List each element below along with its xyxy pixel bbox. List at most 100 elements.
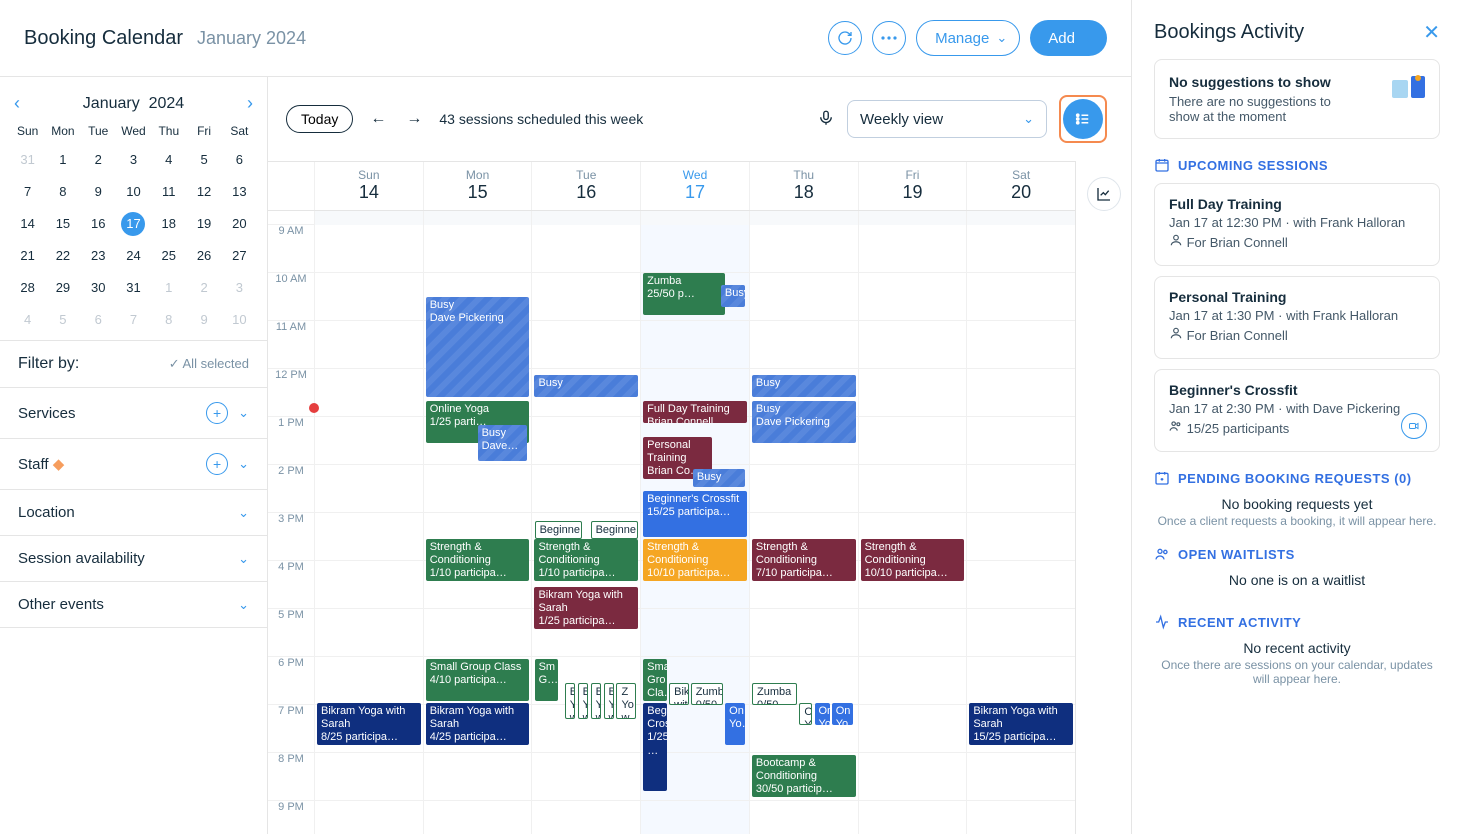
calendar-event[interactable]: Bikram Yoga with Sarah1/25 participa… <box>534 587 638 629</box>
filter-row[interactable]: Other events⌄ <box>0 582 267 628</box>
mini-day[interactable]: 26 <box>186 244 221 268</box>
day-column[interactable]: BusyBeginne…Beginne…Strength & Condition… <box>531 211 640 834</box>
mini-day[interactable]: 6 <box>222 148 257 172</box>
calendar-event[interactable]: Strength & Conditioning10/10 participa… <box>861 539 965 581</box>
calendar-event[interactable]: Small Gro… Cla… <box>643 659 667 701</box>
day-column[interactable]: Busy BusyDave Pickering Strength & Conditi… <box>749 211 858 834</box>
upcoming-session[interactable]: Beginner's CrossfitJan 17 at 2:30 PM · w… <box>1154 369 1440 452</box>
mini-day[interactable]: 10 <box>116 180 151 204</box>
day-header[interactable]: Sat20 <box>966 162 1075 210</box>
mini-day[interactable]: 4 <box>10 308 45 332</box>
calendar-event[interactable]: Small Group Class4/10 participa… <box>426 659 530 701</box>
mini-day[interactable]: 4 <box>151 148 186 172</box>
calendar-event[interactable]: B Yo w… <box>565 683 575 719</box>
mini-day[interactable]: 1 <box>151 276 186 300</box>
mini-day[interactable]: 19 <box>186 212 221 236</box>
calendar-event[interactable]: Beginne… <box>591 521 638 539</box>
calendar-event[interactable]: Strength & Conditioning10/10 participa… <box>643 539 747 581</box>
mini-day[interactable]: 31 <box>116 276 151 300</box>
day-column[interactable]: Bikram Yoga with Sarah15/25 participa… <box>966 211 1075 834</box>
add-filter-button[interactable]: + <box>206 453 228 475</box>
today-button[interactable]: Today <box>286 105 353 133</box>
mini-day[interactable]: 10 <box>222 308 257 332</box>
filter-row[interactable]: Location⌄ <box>0 490 267 536</box>
calendar-event[interactable]: Busy <box>693 469 745 487</box>
mini-day[interactable]: 11 <box>151 180 186 204</box>
mini-day[interactable]: 25 <box>151 244 186 268</box>
mini-day[interactable]: 31 <box>10 148 45 172</box>
calendar-event[interactable]: B Yo w… <box>578 683 588 719</box>
next-week-button[interactable]: → <box>403 110 425 128</box>
mini-day[interactable]: 2 <box>186 276 221 300</box>
calendar-event[interactable]: Busy <box>752 375 856 397</box>
mini-day[interactable]: 13 <box>222 180 257 204</box>
calendar-event[interactable]: Strength & Conditioning1/10 participa… <box>534 539 638 581</box>
calendar-event[interactable]: Zumba25/50 p… <box>643 273 725 315</box>
mini-day[interactable]: 8 <box>151 308 186 332</box>
more-button[interactable] <box>872 21 906 55</box>
calendar-event[interactable]: Beginne… <box>535 521 582 539</box>
mini-day[interactable]: 5 <box>186 148 221 172</box>
calendar-event[interactable]: Zumba0/50 <box>691 683 723 705</box>
mini-day[interactable]: 14 <box>10 212 45 236</box>
day-column[interactable]: Zumba25/50 p…BusyFull Day TrainingBrian … <box>640 211 749 834</box>
calendar-event[interactable]: Bikram Yoga with Sarah4/25 participa… <box>426 703 530 745</box>
mini-day[interactable]: 9 <box>186 308 221 332</box>
mini-day[interactable]: 27 <box>222 244 257 268</box>
mini-day[interactable]: 7 <box>10 180 45 204</box>
refresh-button[interactable] <box>828 21 862 55</box>
mini-day[interactable]: 8 <box>45 180 80 204</box>
voice-icon[interactable] <box>817 109 835 130</box>
mini-day[interactable]: 20 <box>222 212 257 236</box>
next-month-button[interactable]: › <box>247 93 253 114</box>
calendar-event[interactable]: Bikram Yoga with Sarah8/25 participa… <box>317 703 421 745</box>
filter-row[interactable]: Services+⌄ <box>0 388 267 439</box>
filter-row[interactable]: Session availability⌄ <box>0 536 267 582</box>
upcoming-session[interactable]: Full Day TrainingJan 17 at 12:30 PM · wi… <box>1154 183 1440 266</box>
mini-day[interactable]: 1 <box>45 148 80 172</box>
day-column[interactable]: Bikram Yoga with Sarah8/25 participa… <box>314 211 423 834</box>
mini-day[interactable]: 3 <box>222 276 257 300</box>
calendar-event[interactable]: Beg Crossfit1/25 … <box>643 703 667 791</box>
mini-day[interactable]: 21 <box>10 244 45 268</box>
calendar-event[interactable]: On Yo…17/2… <box>799 703 812 725</box>
add-button[interactable]: Add ⌄ <box>1030 20 1107 56</box>
mini-day[interactable]: 12 <box>186 180 221 204</box>
calendar-event[interactable]: Bootcamp & Conditioning30/50 particip… <box>752 755 856 797</box>
filter-row[interactable]: Staff ◆+⌄ <box>0 439 267 490</box>
calendar-event[interactable]: BusyDave Pickering <box>752 401 856 443</box>
day-header[interactable]: Wed17 <box>640 162 749 210</box>
calendar-event[interactable]: Busy <box>721 285 745 307</box>
calendar-event[interactable]: On Yo… <box>725 703 744 745</box>
mini-day[interactable]: 29 <box>45 276 80 300</box>
calendar-event[interactable]: On Yo… <box>815 703 830 725</box>
mini-day[interactable]: 30 <box>81 276 116 300</box>
mini-day[interactable]: 28 <box>10 276 45 300</box>
mini-day[interactable]: 22 <box>45 244 80 268</box>
mini-day[interactable]: 24 <box>116 244 151 268</box>
mini-day[interactable]: 2 <box>81 148 116 172</box>
calendar-event[interactable]: Strength & Conditioning7/10 participa… <box>752 539 856 581</box>
calendar-event[interactable]: BusyDave… <box>478 425 528 461</box>
mini-day[interactable]: 6 <box>81 308 116 332</box>
calendar-event[interactable]: On Yo… <box>832 703 854 725</box>
list-view-button[interactable] <box>1063 99 1103 139</box>
day-column[interactable]: BusyDave PickeringOnline Yoga1/25 parti…… <box>423 211 532 834</box>
calendar-event[interactable]: Bik… with <box>669 683 688 705</box>
calendar-event[interactable]: Zumba0/50 <box>752 683 797 705</box>
mini-day[interactable]: 17 <box>121 212 145 236</box>
calendar-event[interactable]: Strength & Conditioning1/10 participa… <box>426 539 530 581</box>
mini-day[interactable]: 23 <box>81 244 116 268</box>
calendar-event[interactable]: Bikram Yoga with Sarah15/25 participa… <box>969 703 1073 745</box>
prev-week-button[interactable]: ← <box>367 110 389 128</box>
add-filter-button[interactable]: + <box>206 402 228 424</box>
day-header[interactable]: Fri19 <box>858 162 967 210</box>
mini-day[interactable]: 9 <box>81 180 116 204</box>
upcoming-session[interactable]: Personal TrainingJan 17 at 1:30 PM · wit… <box>1154 276 1440 359</box>
calendar-event[interactable]: BusyDave Pickering <box>426 297 530 397</box>
mini-day[interactable]: 5 <box>45 308 80 332</box>
calendar-event[interactable]: B Yo w… <box>604 683 614 719</box>
mini-day[interactable]: 18 <box>151 212 186 236</box>
calendar-event[interactable]: Full Day TrainingBrian Connell <box>643 401 747 423</box>
calendar-event[interactable]: Beginner's Crossfit15/25 participa… <box>643 491 747 537</box>
